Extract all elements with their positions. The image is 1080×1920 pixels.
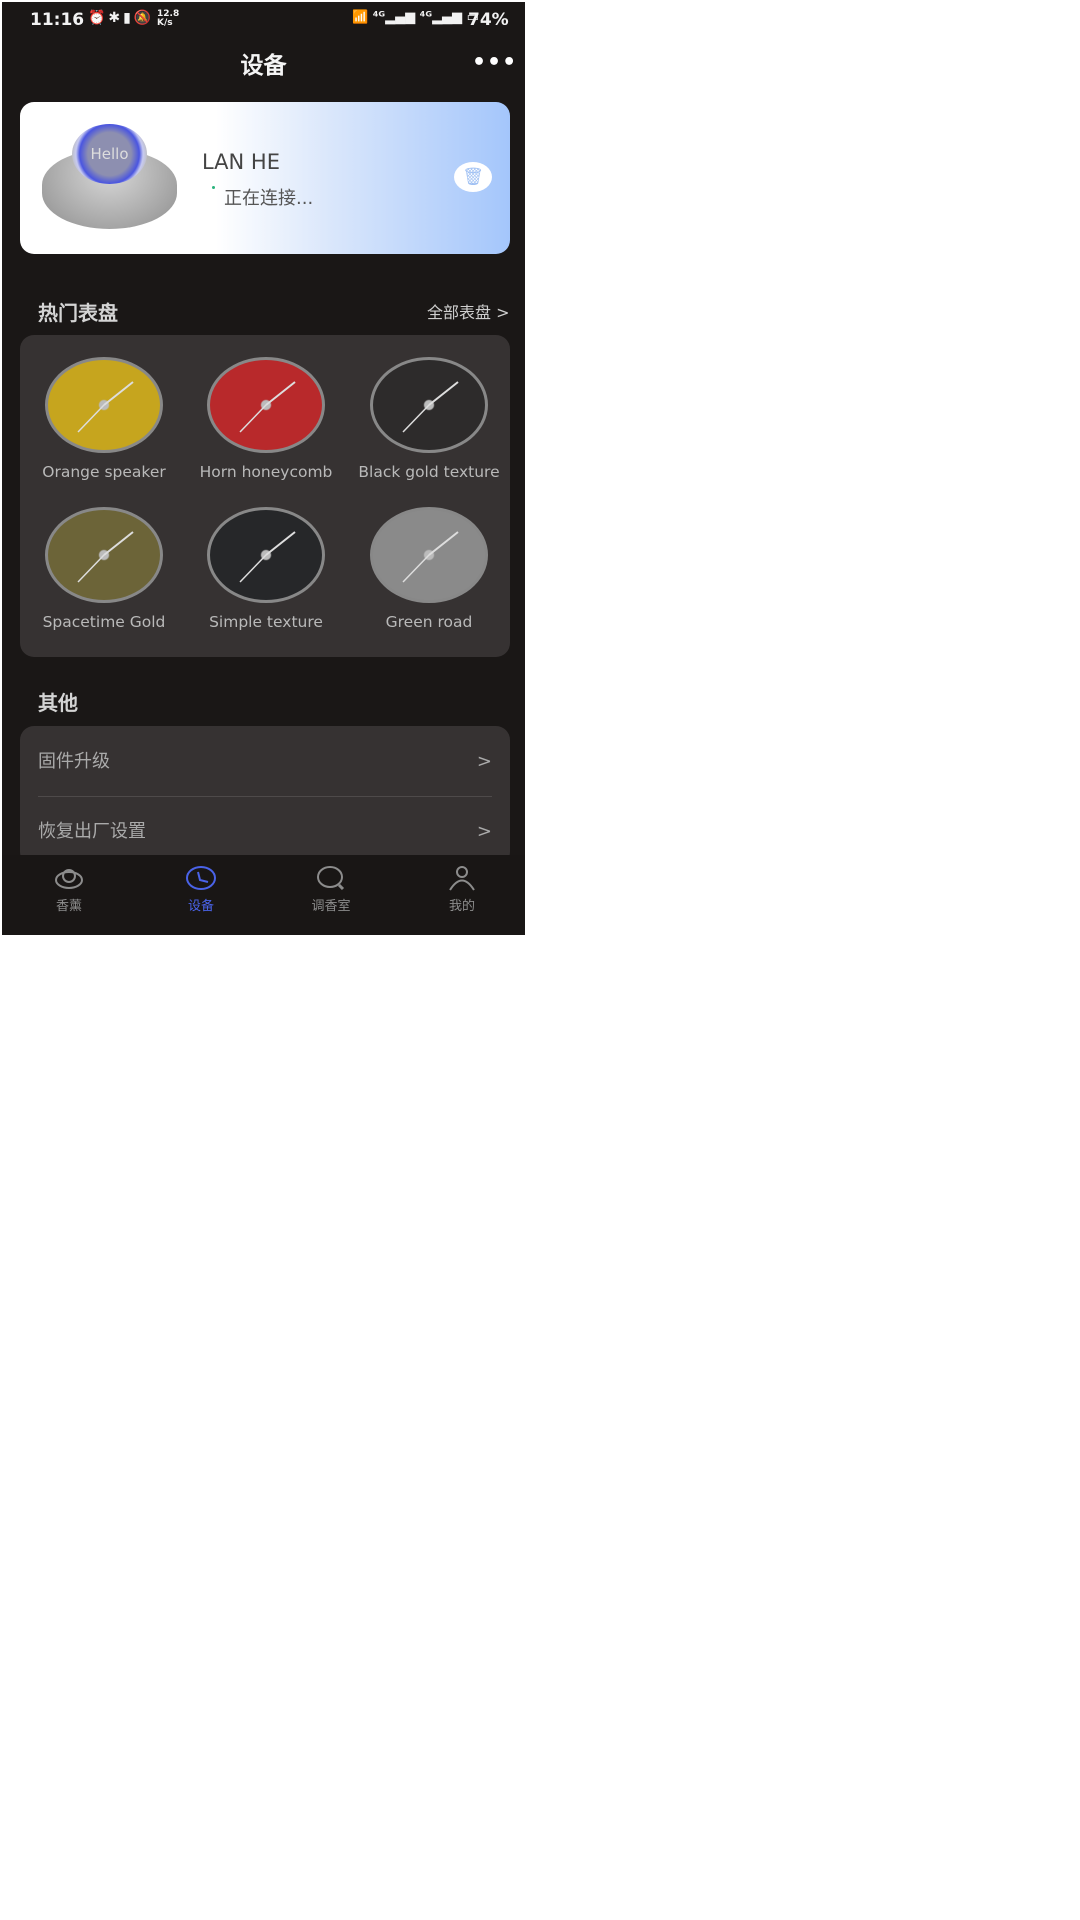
tab-label: 设备 bbox=[187, 899, 214, 914]
watch-face-label: Horn honeycomb bbox=[199, 463, 333, 481]
watch-face-label: Orange speaker bbox=[42, 463, 166, 481]
page-title: 设备 bbox=[240, 53, 287, 79]
watch-face-image bbox=[370, 357, 488, 453]
tab-diffuser[interactable]: 香薰 bbox=[29, 865, 109, 914]
watch-face-image bbox=[370, 507, 488, 603]
diffuser-icon bbox=[54, 865, 84, 891]
clock-icon bbox=[186, 865, 216, 891]
device-image-text: Hello bbox=[72, 124, 147, 184]
tab-label: 我的 bbox=[448, 899, 475, 914]
tab-blend-room[interactable]: 调香室 bbox=[291, 865, 371, 914]
search-icon bbox=[316, 865, 346, 891]
watch-face-image bbox=[45, 357, 163, 453]
more-icon[interactable]: ••• bbox=[472, 50, 517, 75]
watch-face-label: Simple texture bbox=[209, 613, 323, 631]
status-bar: 11:16 ⏰✱▮🔕 12.8 K/s 📶 ⁴ᴳ▂▄▆ ⁴ᴳ▂▄▆ ▭ 74% bbox=[2, 2, 525, 36]
chevron-right-icon: > bbox=[476, 751, 492, 772]
all-faces-link[interactable]: 全部表盘 > bbox=[427, 299, 510, 323]
watch-face-item[interactable]: Spacetime Gold bbox=[24, 507, 184, 631]
connection-status: 正在连接... bbox=[224, 188, 314, 209]
watch-face-grid: Orange speaker Horn honeycomb Black gold t… bbox=[20, 335, 510, 657]
person-icon bbox=[447, 865, 477, 891]
tab-label: 香薰 bbox=[55, 899, 82, 914]
watch-face-image bbox=[207, 357, 325, 453]
list-item-label: 恢复出厂设置 bbox=[38, 821, 146, 842]
status-dot bbox=[212, 186, 215, 189]
signal-icons: 📶 ⁴ᴳ▂▄▆ ⁴ᴳ▂▄▆ ▭ bbox=[352, 10, 479, 25]
battery-percent: 74% bbox=[468, 10, 509, 30]
trash-icon[interactable]: 🗑 bbox=[454, 162, 492, 192]
chevron-right-icon: > bbox=[476, 821, 492, 842]
device-image: Hello bbox=[42, 124, 177, 229]
watch-face-item[interactable]: Orange speaker bbox=[24, 357, 184, 481]
watch-face-item[interactable]: Black gold texture bbox=[349, 357, 509, 481]
divider bbox=[38, 796, 492, 797]
factory-reset-item[interactable]: 恢复出厂设置 > bbox=[38, 802, 492, 862]
tab-profile[interactable]: 我的 bbox=[422, 865, 502, 914]
watch-face-label: Green road bbox=[385, 613, 473, 631]
device-card[interactable]: Hello LAN HE 正在连接... 🗑 bbox=[20, 102, 510, 254]
list-item-label: 固件升级 bbox=[38, 751, 110, 772]
net-speed: 12.8 K/s bbox=[157, 9, 180, 28]
phone-screen: 11:16 ⏰✱▮🔕 12.8 K/s 📶 ⁴ᴳ▂▄▆ ⁴ᴳ▂▄▆ ▭ 74% … bbox=[2, 2, 525, 935]
watch-face-image bbox=[207, 507, 325, 603]
other-title: 其他 bbox=[38, 691, 78, 715]
watch-face-label: Black gold texture bbox=[358, 463, 500, 481]
bottom-nav: 香薰 设备 调香室 我的 bbox=[2, 855, 525, 935]
status-icons-left: ⏰✱▮🔕 bbox=[88, 10, 155, 26]
watch-face-item[interactable]: Simple texture bbox=[186, 507, 346, 631]
watch-face-item[interactable]: Green road bbox=[349, 507, 509, 631]
watch-face-image bbox=[45, 507, 163, 603]
watch-face-label: Spacetime Gold bbox=[42, 613, 166, 631]
hot-faces-title: 热门表盘 bbox=[38, 301, 118, 325]
tab-device[interactable]: 设备 bbox=[161, 865, 241, 914]
firmware-upgrade-item[interactable]: 固件升级 > bbox=[38, 732, 492, 792]
other-list: 固件升级 > 恢复出厂设置 > bbox=[20, 726, 510, 866]
status-time: 11:16 bbox=[30, 10, 85, 30]
device-name: LAN HE bbox=[202, 150, 280, 174]
tab-label: 调香室 bbox=[311, 899, 351, 914]
watch-face-item[interactable]: Horn honeycomb bbox=[186, 357, 346, 481]
